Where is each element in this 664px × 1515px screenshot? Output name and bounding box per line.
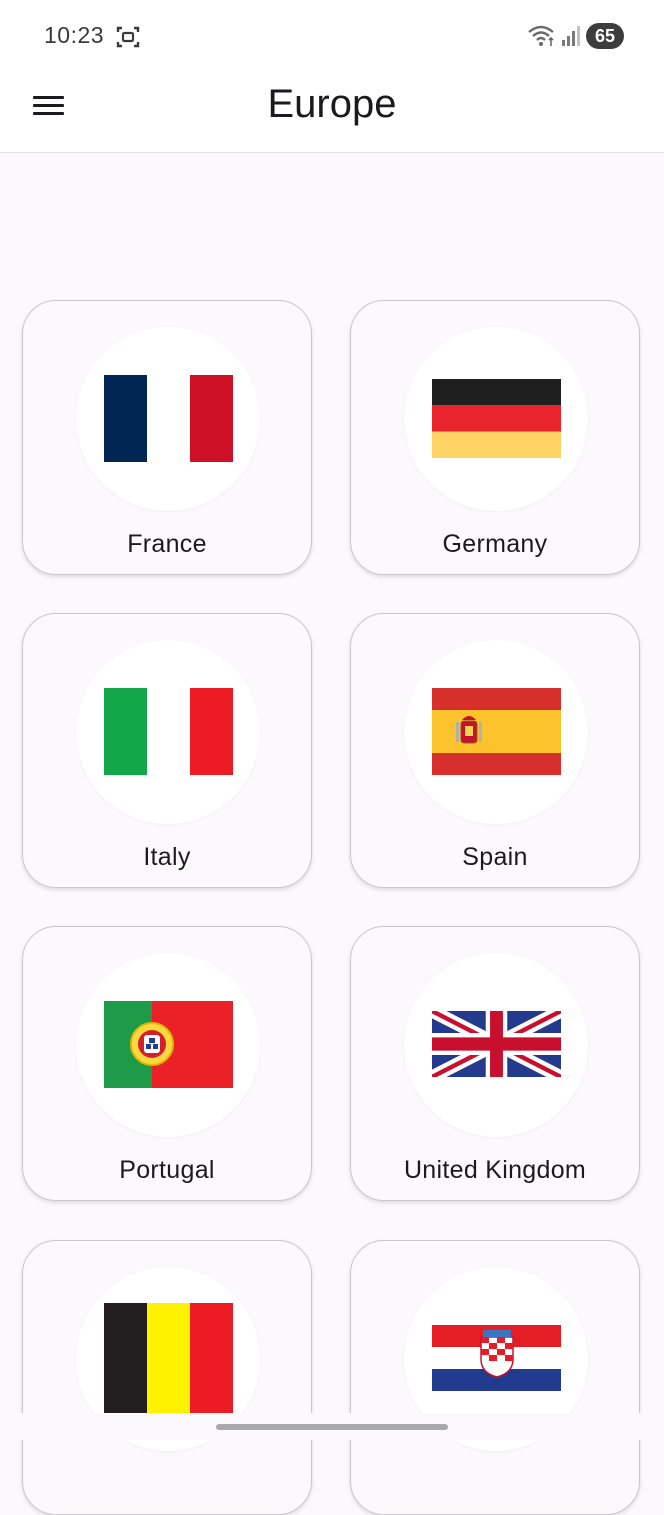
country-name: Portugal bbox=[119, 1156, 215, 1184]
country-card-spain[interactable]: Spain bbox=[350, 613, 640, 888]
flag-circle bbox=[76, 327, 260, 511]
flag-circle bbox=[404, 327, 588, 511]
germany-flag-icon bbox=[432, 379, 561, 458]
country-card-germany[interactable]: Germany bbox=[350, 300, 640, 575]
spain-flag-icon bbox=[432, 688, 561, 775]
united-kingdom-flag-icon bbox=[432, 1011, 561, 1077]
country-name: France bbox=[127, 530, 207, 558]
italy-flag-icon bbox=[104, 688, 233, 775]
country-card-italy[interactable]: Italy bbox=[22, 613, 312, 888]
country-name: Spain bbox=[462, 843, 528, 871]
flag-circle bbox=[76, 953, 260, 1137]
home-indicator[interactable] bbox=[216, 1424, 448, 1430]
signal-icon bbox=[562, 26, 580, 46]
portugal-flag-icon bbox=[104, 1001, 233, 1088]
country-card-portugal[interactable]: Portugal bbox=[22, 926, 312, 1201]
flag-circle bbox=[404, 640, 588, 824]
country-name: Germany bbox=[442, 530, 548, 558]
navigation-bar bbox=[0, 1413, 664, 1440]
flag-circle bbox=[404, 953, 588, 1137]
status-bar: 10:23 65 bbox=[0, 0, 664, 70]
belgium-flag-icon bbox=[104, 1303, 233, 1413]
status-time: 10:23 bbox=[44, 22, 105, 48]
battery-level: 65 bbox=[594, 26, 616, 46]
country-card-united-kingdom[interactable]: United Kingdom bbox=[350, 926, 640, 1201]
france-flag-icon bbox=[104, 375, 233, 462]
country-name: Italy bbox=[143, 843, 191, 871]
battery-icon: 65 bbox=[586, 23, 624, 49]
wifi-icon bbox=[528, 25, 554, 46]
screenshot-icon bbox=[116, 26, 140, 48]
country-name: United Kingdom bbox=[403, 1156, 587, 1184]
country-card-belgium[interactable] bbox=[22, 1240, 312, 1515]
app-bar: Europe bbox=[0, 70, 664, 153]
country-card-croatia[interactable] bbox=[350, 1240, 640, 1515]
croatia-flag-icon bbox=[432, 1325, 561, 1391]
flag-circle bbox=[76, 640, 260, 824]
country-card-france[interactable]: France bbox=[22, 300, 312, 575]
page-title: Europe bbox=[267, 82, 397, 126]
